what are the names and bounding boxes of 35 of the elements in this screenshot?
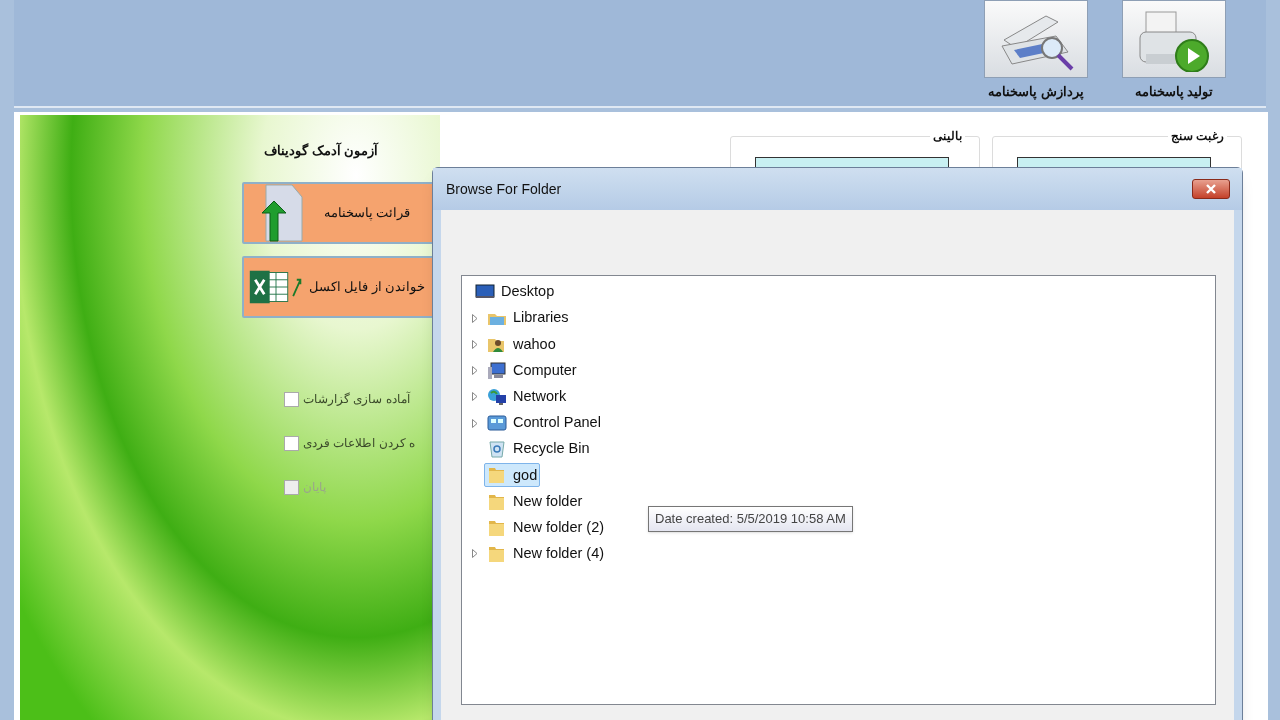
expand-icon[interactable] <box>472 392 478 402</box>
expand-icon[interactable] <box>472 418 478 428</box>
folder-icon <box>487 465 507 486</box>
tree-item[interactable]: Control Panel <box>484 411 604 436</box>
expand-icon[interactable] <box>472 313 478 323</box>
computer-icon <box>487 360 507 381</box>
tree-item[interactable]: Computer <box>484 358 580 383</box>
close-button[interactable] <box>1192 179 1230 199</box>
tree-item[interactable]: Network <box>484 384 570 409</box>
panel-title: آزمون آدمک گودیناف <box>264 143 379 158</box>
toolbar-button[interactable] <box>984 0 1088 78</box>
toolbar-label: تولید پاسخنامه <box>1134 83 1214 102</box>
expand-icon[interactable] <box>472 549 478 559</box>
checkbox-label: پایان <box>303 479 326 496</box>
recycle-bin-icon <box>487 439 507 460</box>
tree-item[interactable]: Recycle Bin <box>484 437 593 462</box>
tree-item[interactable]: god <box>484 463 541 488</box>
close-icon <box>1205 184 1217 194</box>
toolbar-label: پردازش پاسخنامه <box>988 83 1084 102</box>
tree-item[interactable]: wahoo <box>484 332 559 357</box>
tree-item[interactable]: Libraries <box>484 306 572 331</box>
tooltip: Date created: 5/5/2019 10:58 AM <box>648 506 853 532</box>
tree-item[interactable]: Desktop <box>472 280 558 305</box>
expand-icon[interactable] <box>472 366 478 376</box>
network-icon <box>487 386 507 407</box>
tree-item[interactable]: New folder <box>484 489 586 514</box>
expand-icon[interactable] <box>472 339 478 349</box>
dialog-title: Browse For Folder <box>446 179 562 199</box>
checkbox-label: آماده سازی گزارشات <box>303 390 410 408</box>
tree-item[interactable]: New folder (4) <box>484 541 608 566</box>
checkbox-label: ه کردن اطلاعات فردی <box>303 435 415 452</box>
control-panel-icon <box>487 413 507 434</box>
group-title: بالینی <box>930 127 965 145</box>
toolbar-button[interactable] <box>1122 0 1226 78</box>
tree-item[interactable]: New folder (2) <box>484 515 608 540</box>
